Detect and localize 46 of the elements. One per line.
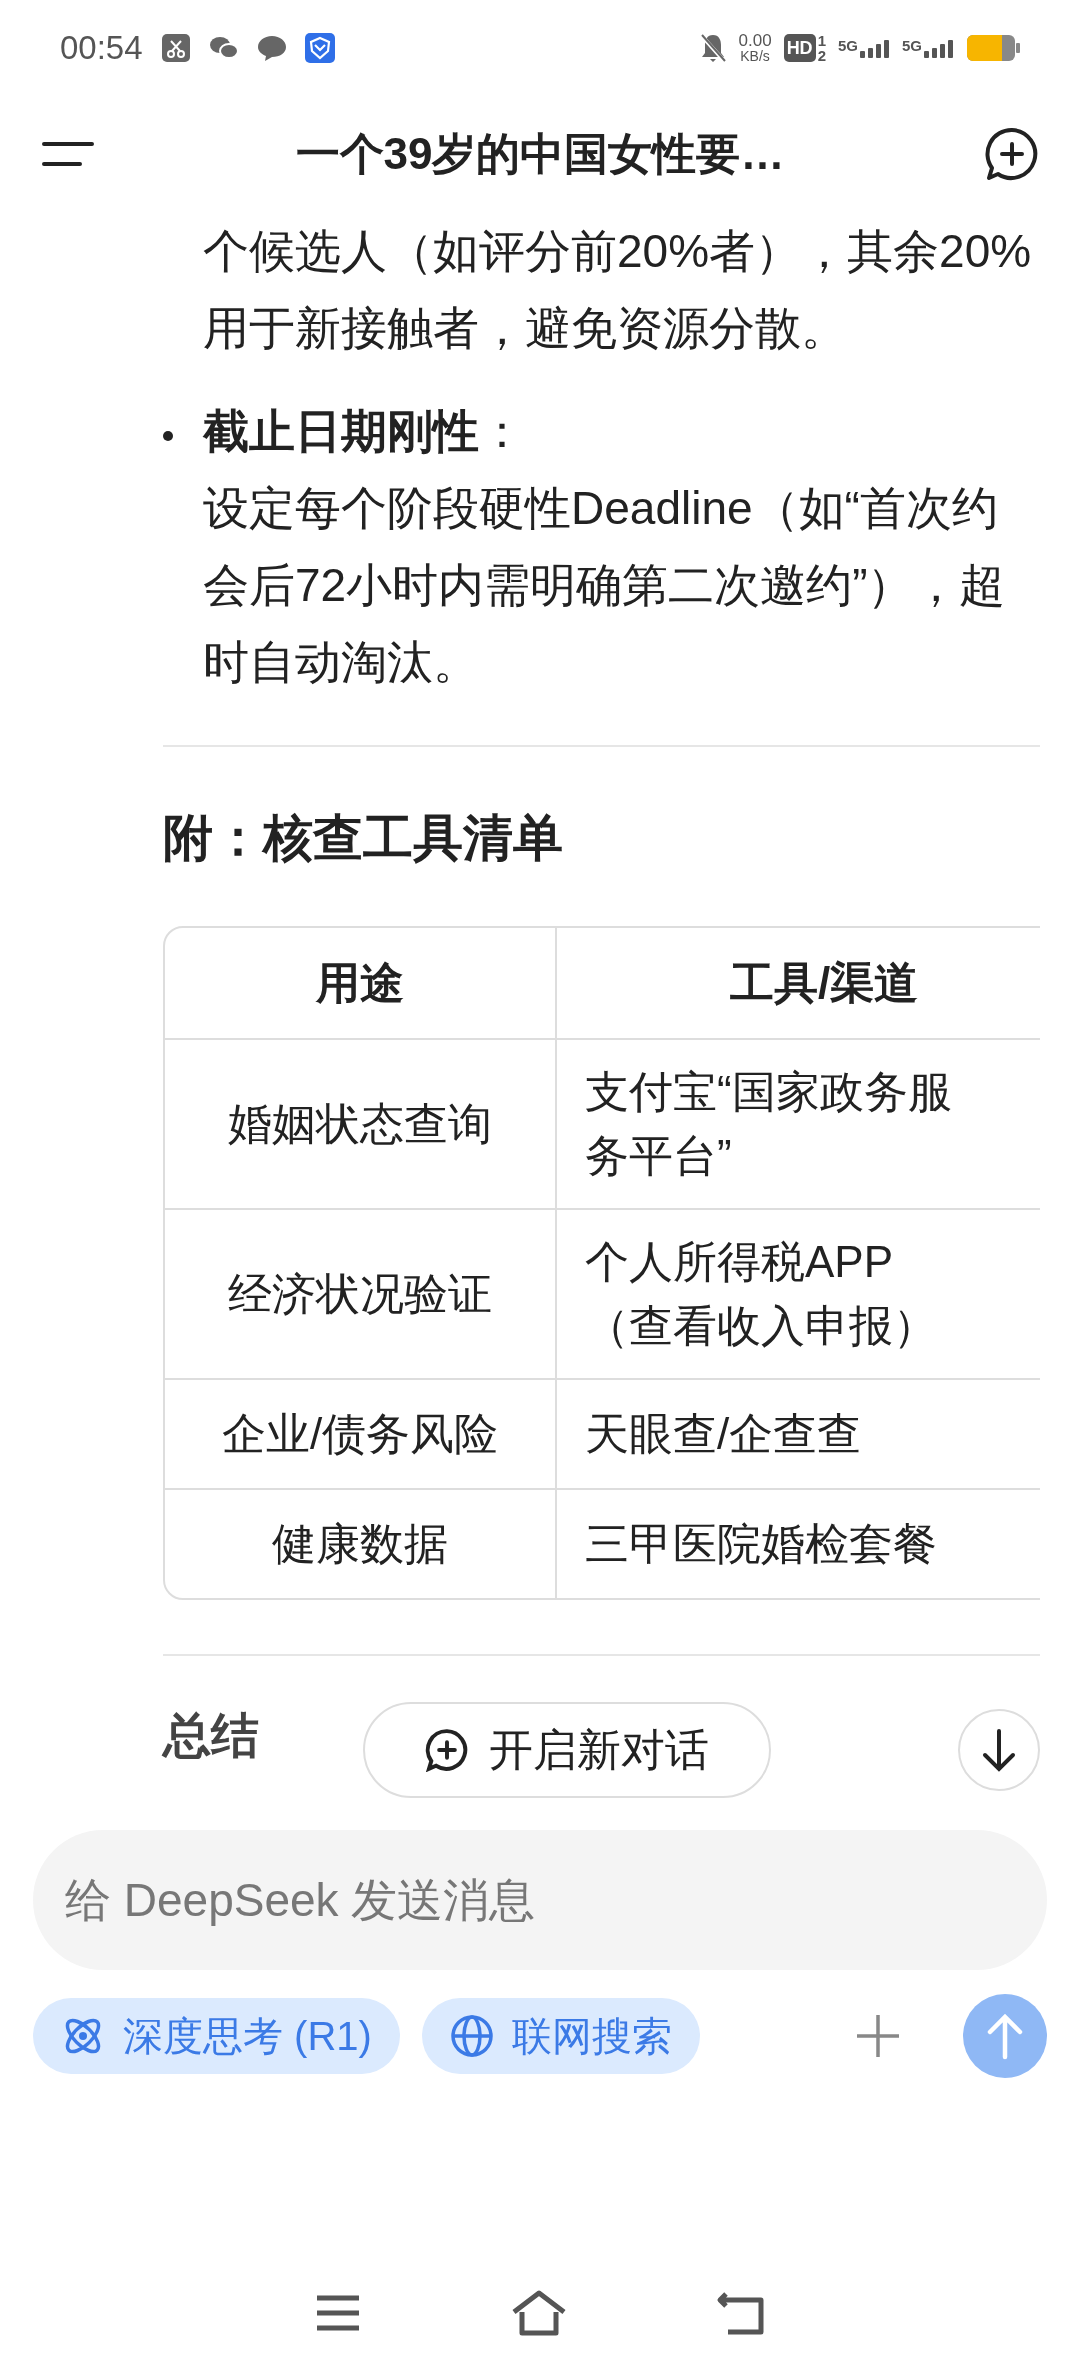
table-cell: 经济状况验证 (165, 1208, 557, 1378)
table-cell: 支付宝“国家政务服务平台” (557, 1038, 1040, 1208)
bell-muted-icon (698, 31, 727, 64)
new-chat-button[interactable]: 开启新对话 (363, 1702, 771, 1798)
bullet-text: 设定每个阶段硬性Deadline（如“首次约会后72小时内需明确第二次邀约”），超时自动淘汰。 (203, 481, 1007, 690)
back-icon[interactable] (716, 2291, 766, 2335)
bullet-title: 截止日期刚性： (203, 404, 526, 459)
scroll-down-button[interactable] (958, 1709, 1040, 1791)
home-icon[interactable] (510, 2290, 568, 2336)
menu-icon[interactable] (40, 139, 96, 169)
network-speed-unit: KB/s (740, 49, 770, 63)
chat-title: 一个39岁的中国女性要… (295, 128, 785, 180)
shield-icon (304, 32, 335, 63)
network-type: 5G (837, 37, 858, 53)
section-heading: 附：核查工具清单 (163, 809, 564, 868)
section-heading: 总结 (163, 1708, 260, 1764)
mode-chip[interactable]: 联网搜索 (421, 1998, 700, 2074)
signal-icon (860, 37, 890, 58)
bullet-icon (163, 431, 173, 441)
menu-icon[interactable] (314, 2294, 362, 2332)
message-input[interactable]: 给 DeepSeek 发送消息 (33, 1830, 1047, 1970)
sim-number: 1 (817, 32, 826, 48)
mode-chip[interactable]: 深度思考 (R1) (33, 1998, 400, 2074)
network-speed: 0.00 (738, 32, 772, 49)
table-cell: 三甲医院婚检套餐 (557, 1488, 1040, 1598)
new-chat-icon (425, 1728, 469, 1772)
hd-badge: HD (783, 33, 816, 62)
sim-number: 2 (817, 47, 826, 63)
table-cell: 企业/债务风险 (165, 1378, 557, 1488)
network-type: 5G (902, 37, 922, 53)
globe-icon (449, 2014, 494, 2058)
table-cell: 健康数据 (165, 1488, 557, 1598)
scissors-icon (160, 32, 191, 63)
status-time: 00:54 (60, 27, 143, 68)
battery-icon (966, 33, 1020, 62)
table-header-cell: 用途 (165, 928, 557, 1038)
paragraph: 个候选人（如评分前20%者），其余20%用于新接触者，避免资源分散。 (202, 224, 1033, 356)
signal-icon (924, 37, 954, 58)
new-chat-icon[interactable] (984, 126, 1040, 182)
table-header-cell-text: 工具/渠道 (728, 957, 920, 1009)
table-cell: 婚姻状态查询 (165, 1038, 557, 1208)
arrow-up-icon (985, 2012, 1025, 2060)
message-icon (256, 33, 287, 62)
table-cell: 天眼查/企查查 (557, 1378, 1040, 1488)
table-cell: 个人所得税APP（查看收入申报） (557, 1208, 1040, 1378)
plus-icon[interactable] (855, 2013, 901, 2059)
